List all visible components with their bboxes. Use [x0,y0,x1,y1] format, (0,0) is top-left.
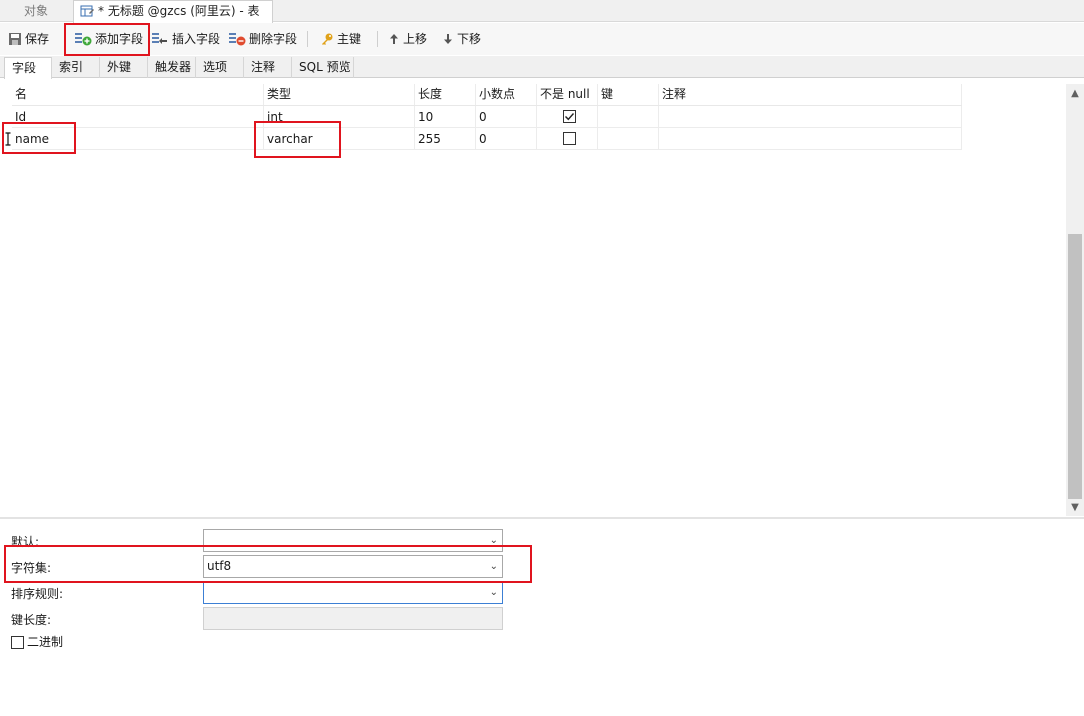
tab-comment[interactable]: 注释 [244,57,292,78]
tab-sql-preview[interactable]: SQL 预览 [292,57,354,78]
cell-not-null[interactable] [537,128,598,150]
key-icon [322,33,333,45]
column-header-not-null[interactable]: 不是 null [537,84,598,105]
cell-length[interactable]: 255 [415,128,476,150]
move-down-button[interactable]: 下移 [442,28,481,50]
column-header-decimals[interactable]: 小数点 [476,84,537,105]
toolbar-separator [64,31,65,47]
tab-objects[interactable]: 对象 [0,0,72,22]
toolbar-separator [377,31,378,47]
chevron-down-icon: ⌄ [489,535,498,546]
binary-label: 二进制 [27,635,64,649]
cell-type[interactable]: int [264,106,415,128]
scroll-down-icon[interactable]: ▼ [1066,500,1084,516]
charset-label: 字符集: [11,561,52,575]
add-field-icon [75,33,92,46]
cell-not-null[interactable] [537,106,598,128]
cell-name[interactable]: name [12,128,264,150]
document-tab-strip: 对象 * 无标题 @gzcs (阿里云) - 表 [0,0,1084,23]
arrow-up-icon [390,34,398,44]
delete-field-icon [229,33,246,46]
toolbar-separator [307,31,308,47]
tab-fields[interactable]: 字段 [4,57,52,79]
tab-indexes[interactable]: 索引 [52,57,100,78]
cell-decimals[interactable]: 0 [476,106,537,128]
binary-checkbox[interactable] [11,636,24,649]
chevron-down-icon: ⌄ [489,561,498,572]
column-header-type[interactable]: 类型 [264,84,415,105]
checkmark-icon [565,113,575,121]
toolbar: 保存 添加字段 插入字段 删除字段 主键 上移 下移 [0,23,1084,55]
column-header-length[interactable]: 长度 [415,84,476,105]
not-null-checkbox-checked[interactable] [563,110,576,123]
vertical-scrollbar[interactable]: ▲ ▼ [1066,84,1084,516]
fields-grid: 名 类型 长度 小数点 不是 null 键 注释 Id int 10 0 nam… [0,84,1066,516]
cell-key[interactable] [598,106,659,128]
tab-foreign-keys[interactable]: 外键 [100,57,148,78]
add-field-button[interactable]: 添加字段 [74,28,143,50]
scrollbar-thumb[interactable] [1068,234,1082,499]
save-icon [9,33,21,45]
primary-key-button[interactable]: 主键 [320,28,361,50]
field-properties-panel: 默认: ⌄ 字符集: utf8 ⌄ 排序规则: ⌄ 键长度: 二进制 [0,517,1084,716]
key-length-input [203,607,503,630]
delete-field-button[interactable]: 删除字段 [228,28,297,50]
not-null-checkbox[interactable] [563,132,576,145]
chevron-down-icon: ⌄ [489,587,498,598]
table-design-icon [80,4,94,18]
move-up-button[interactable]: 上移 [388,28,427,50]
collation-label: 排序规则: [11,587,64,601]
save-button[interactable]: 保存 [8,28,49,50]
cell-decimals[interactable]: 0 [476,128,537,150]
tab-options[interactable]: 选项 [196,57,244,78]
cell-type[interactable]: varchar [264,128,415,150]
column-header-comment[interactable]: 注释 [659,84,962,105]
cell-key[interactable] [598,128,659,150]
text-cursor-icon [5,132,11,146]
cell-name[interactable]: Id [12,106,264,128]
default-label: 默认: [11,535,40,549]
scroll-up-icon[interactable]: ▲ [1066,86,1084,102]
insert-field-icon [152,33,167,44]
designer-tabs: 字段 索引 外键 触发器 选项 注释 SQL 预览 [0,56,1084,79]
tab-table-designer[interactable]: * 无标题 @gzcs (阿里云) - 表 [73,0,273,23]
tab-triggers[interactable]: 触发器 [148,57,196,78]
charset-select[interactable]: utf8 ⌄ [203,555,503,578]
collation-select[interactable]: ⌄ [203,581,503,604]
tab-title: * 无标题 @gzcs (阿里云) - 表 [98,4,260,18]
arrow-down-icon [444,34,452,44]
column-header-name[interactable]: 名 [12,84,264,105]
cell-comment[interactable] [659,128,962,150]
charset-value: utf8 [207,559,232,573]
insert-field-button[interactable]: 插入字段 [151,28,220,50]
column-header-key[interactable]: 键 [598,84,659,105]
key-length-label: 键长度: [11,613,52,627]
cell-comment[interactable] [659,106,962,128]
cell-length[interactable]: 10 [415,106,476,128]
default-select[interactable]: ⌄ [203,529,503,552]
